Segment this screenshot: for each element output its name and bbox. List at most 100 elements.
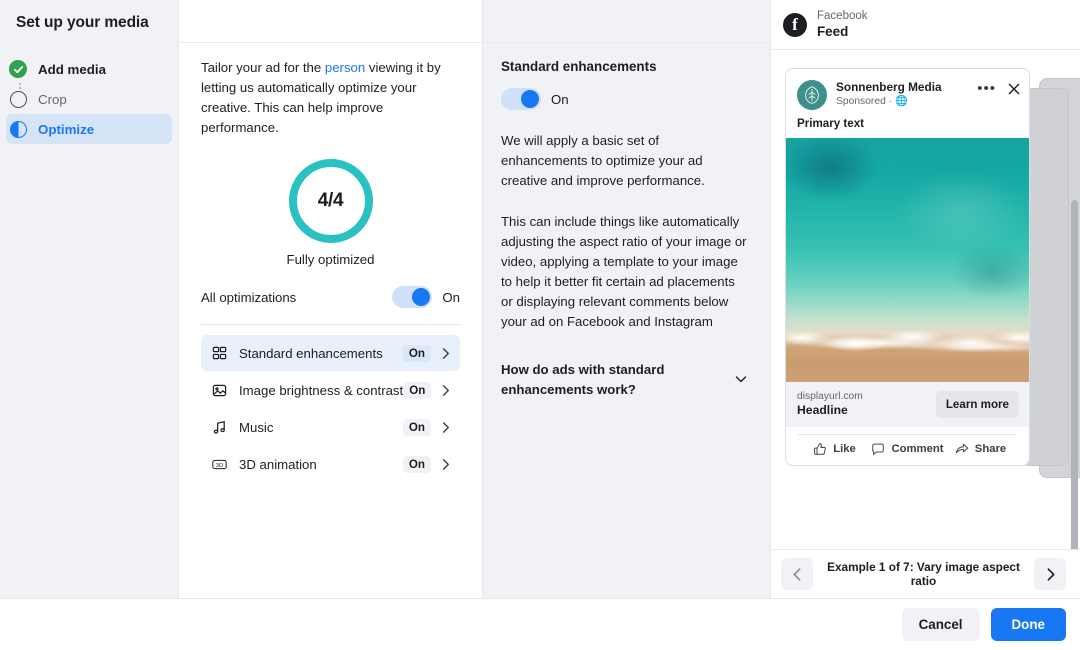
intro-text-before: Tailor your ad for the (201, 60, 325, 75)
cancel-button[interactable]: Cancel (901, 608, 980, 641)
chevron-right-icon (439, 384, 452, 397)
optimization-item-image-brightness-contrast[interactable]: Image brightness & contrast On (201, 372, 460, 408)
score-value: 4/4 (317, 190, 344, 211)
learn-more-button[interactable]: Learn more (935, 390, 1019, 418)
faq-question: How do ads with standard enhancements wo… (501, 362, 665, 397)
preview-scrollbar[interactable] (1071, 200, 1078, 549)
optimization-item-label: Music (239, 419, 274, 435)
sidebar-steps: Add media Crop Optimize (0, 54, 178, 144)
standard-enhancements-state: On (551, 91, 569, 107)
next-example-button[interactable] (1034, 558, 1066, 590)
globe-icon: 🌐 (894, 96, 908, 107)
empty-circle-icon (9, 90, 27, 108)
desc-header-spacer (483, 0, 770, 43)
faq-accordion[interactable]: How do ads with standard enhancements wo… (501, 360, 748, 400)
sidebar-title: Set up your media (16, 14, 149, 31)
chevron-right-icon (439, 458, 452, 471)
music-note-icon (211, 420, 228, 435)
leaf-logo-icon (805, 86, 819, 104)
comment-label: Comment (891, 443, 944, 455)
optimization-item-state: On (402, 455, 431, 473)
standard-enhancements-toggle[interactable] (501, 88, 541, 110)
preview-surface: Feed (817, 24, 849, 39)
chevron-right-icon (439, 347, 452, 360)
previous-example-button[interactable] (781, 558, 813, 590)
optimization-item-label: Standard enhancements (239, 345, 383, 361)
sponsored-text: Sponsored (836, 96, 886, 107)
share-arrow-icon (955, 443, 969, 454)
sidebar-step-crop[interactable]: Crop (0, 84, 178, 114)
chevron-left-icon (792, 567, 800, 581)
chevron-down-icon (734, 360, 748, 391)
grid-squares-icon (211, 346, 228, 361)
ad-close-icon[interactable] (1007, 82, 1021, 96)
ad-image (786, 138, 1029, 382)
ad-brand-name: Sonnenberg Media (836, 80, 942, 94)
all-optimizations-toggle[interactable] (392, 286, 433, 308)
share-label: Share (974, 443, 1007, 455)
preview-platform: Facebook (817, 10, 868, 22)
optimization-list: Standard enhancements On Image brightnes… (201, 335, 460, 482)
all-optimizations-row: All optimizations On (201, 286, 460, 325)
ad-sponsored-label: Sponsored · 🌐 (836, 96, 908, 107)
optimization-item-music[interactable]: Music On (201, 409, 460, 445)
ad-display-url: displayurl.com (797, 391, 863, 402)
ad-image-surf-line (786, 333, 1029, 358)
preview-header: f Facebook Feed (771, 0, 1080, 50)
optimizations-panel: Tailor your ad for the person viewing it… (179, 0, 483, 598)
details-toggle-row: On (501, 88, 748, 110)
person-link[interactable]: person (325, 60, 365, 75)
preview-example-caption: Example 1 of 7: Vary image aspect ratio (827, 560, 1020, 588)
details-paragraph-1: We will apply a basic set of enhancement… (501, 133, 705, 188)
sidebar-step-add-media[interactable]: Add media (0, 54, 178, 84)
details-title: Standard enhancements (501, 59, 657, 74)
details-paragraph-2: This can include things like automatical… (501, 214, 747, 329)
sidebar-step-optimize[interactable]: Optimize (6, 114, 172, 144)
advantage-plus-creative-modal: Advantage+ creative Set up your media (0, 0, 1080, 650)
toggle-knob (521, 90, 539, 108)
svg-text:3D: 3D (216, 463, 223, 469)
avatar (797, 80, 827, 110)
score-ring: 4/4 (288, 159, 373, 243)
facebook-icon: f (783, 12, 807, 37)
score-caption: Fully optimized (286, 252, 375, 267)
more-options-icon[interactable]: ••• (977, 81, 996, 96)
done-button[interactable]: Done (990, 608, 1066, 641)
sidebar-step-label: Crop (38, 91, 67, 107)
ad-header: Sonnenberg Media Sponsored · 🌐 ••• (786, 69, 1029, 117)
optimization-item-state: On (402, 344, 431, 362)
optimization-score: 4/4 Fully optimized (201, 159, 460, 267)
3d-badge-icon: 3D (211, 457, 228, 472)
ad-cta-bar: displayurl.com Headline Learn more (786, 382, 1029, 427)
ad-preview-panel: f Facebook Feed Sonnenberg Media Sponsor… (771, 0, 1080, 598)
preview-navigation: Example 1 of 7: Vary image aspect ratio (771, 549, 1080, 598)
settings-header-spacer (179, 0, 482, 43)
enhancement-details-panel: Standard enhancements On We will apply a… (483, 0, 771, 598)
optimization-item-standard-enhancements[interactable]: Standard enhancements On (201, 335, 460, 371)
comment-action[interactable]: Comment (871, 442, 944, 456)
share-action[interactable]: Share (944, 442, 1017, 456)
ad-footer: Like Comment Share (786, 427, 1029, 465)
ad-primary-text: Primary text (797, 117, 865, 130)
preview-stage: Sonnenberg Media Sponsored · 🌐 ••• Prima… (771, 50, 1080, 549)
all-optimizations-state: On (442, 289, 460, 305)
like-action[interactable]: Like (798, 442, 871, 456)
chevron-right-icon (1047, 567, 1055, 581)
toggle-knob (412, 288, 431, 306)
intro-text: Tailor your ad for the person viewing it… (201, 58, 460, 138)
optimization-item-label: 3D animation (239, 456, 317, 472)
all-optimizations-label: All optimizations (201, 289, 297, 305)
chevron-right-icon (439, 421, 452, 434)
optimization-item-state: On (402, 418, 431, 436)
comment-bubble-icon (872, 443, 885, 456)
like-label: Like (833, 443, 856, 455)
ad-card: Sonnenberg Media Sponsored · 🌐 ••• Prima… (785, 68, 1030, 466)
photo-icon (211, 383, 228, 398)
check-circle-icon (9, 60, 27, 78)
ad-headline: Headline (797, 403, 848, 417)
optimization-item-3d-animation[interactable]: 3D 3D animation On (201, 446, 460, 482)
optimization-item-label: Image brightness & contrast (239, 382, 404, 398)
sidebar-step-label: Add media (38, 61, 106, 77)
sidebar: Set up your media Add media Crop Optimiz… (0, 0, 179, 598)
sidebar-step-label: Optimize (38, 121, 95, 137)
